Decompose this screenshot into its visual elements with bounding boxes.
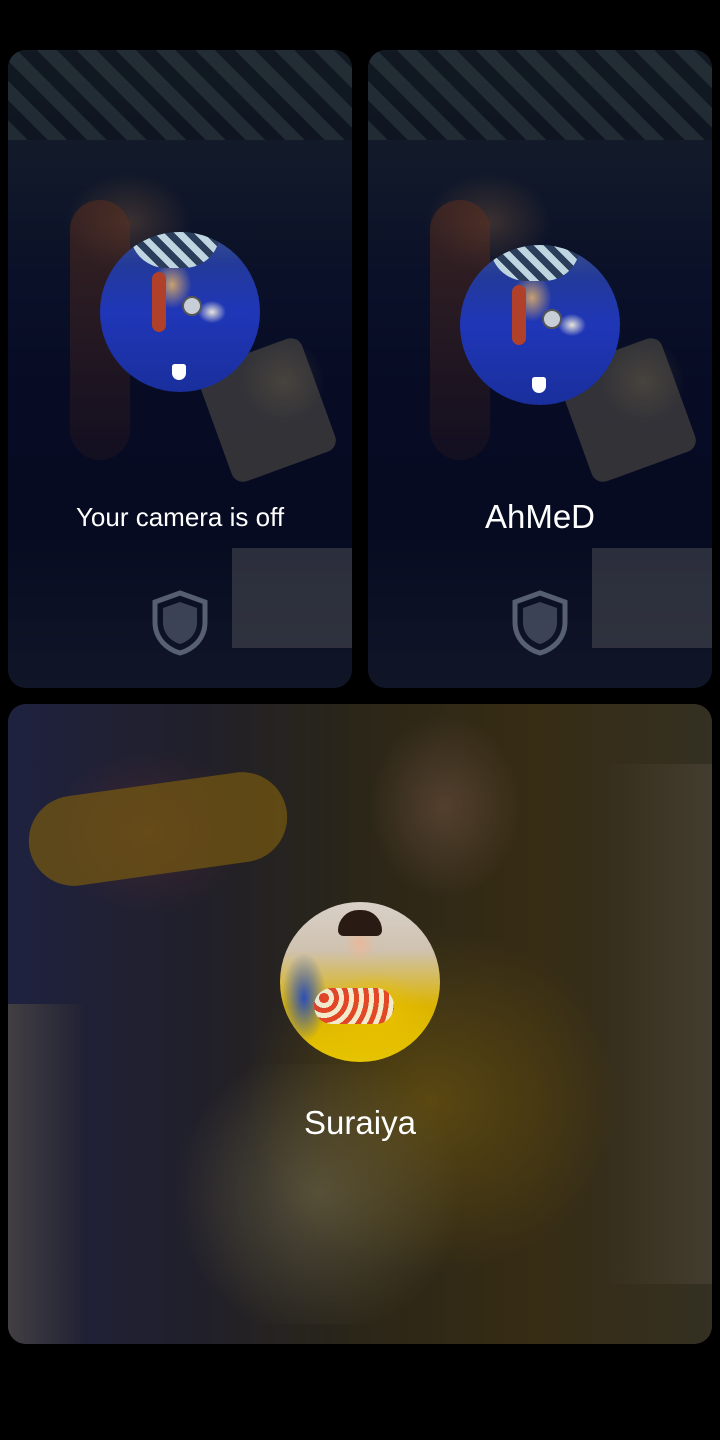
watch-shape xyxy=(542,309,562,329)
shield-icon xyxy=(512,590,568,656)
watch-shape xyxy=(182,296,202,316)
hat-shape xyxy=(130,232,220,268)
badge-shape xyxy=(172,364,186,380)
participant-tile-ahmed[interactable]: AhMeD xyxy=(368,50,712,688)
participant-name-ahmed: AhMeD xyxy=(484,498,596,535)
shield-icon xyxy=(152,590,208,656)
self-video-tile[interactable]: Your camera is off xyxy=(8,50,352,688)
tassel-shape xyxy=(152,272,166,332)
flowers-shape xyxy=(314,988,394,1024)
hat-shape xyxy=(490,245,580,281)
tassel-shape xyxy=(512,285,526,345)
badge-shape xyxy=(532,377,546,393)
participant-name-suraiya: Suraiya xyxy=(304,1104,416,1141)
hair-shape xyxy=(338,910,382,936)
self-avatar xyxy=(100,232,260,392)
participant-tile-suraiya[interactable]: Suraiya xyxy=(8,704,712,1344)
suraiya-avatar xyxy=(280,902,440,1062)
ahmed-avatar xyxy=(460,245,620,405)
camera-off-label: Your camera is off xyxy=(75,502,285,532)
